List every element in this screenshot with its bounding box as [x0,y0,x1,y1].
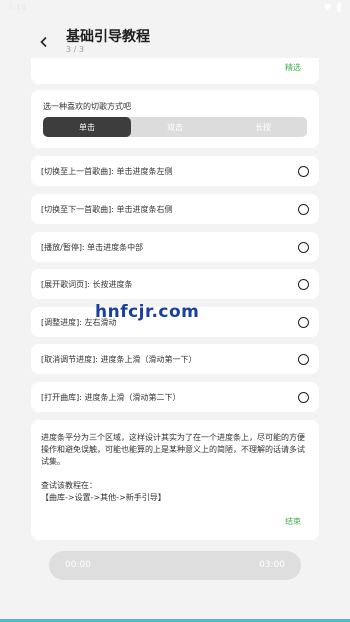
action-label: [取消调节进度]: 进度条上滑（滑动第一下） [41,354,197,364]
previous-card: 精选 [31,58,319,84]
radio-icon[interactable] [298,278,309,290]
switch-mode-card: 选一种喜欢的切歌方式吧 单击 双击 长按 [31,90,319,148]
radio-icon[interactable] [298,203,309,215]
action-item-next-song[interactable]: [切换至下一首歌曲]: 单击进度条右侧 [31,194,319,224]
info-paragraph: 进度条平分为三个区域，这样设计其实为了在一个进度条上，尽可能的方便操作和避免误触… [41,433,305,466]
status-bar: 3:14 [0,0,350,14]
elapsed-time: 00:00 [65,560,91,570]
back-button[interactable] [36,34,52,50]
action-item-cancel-seek[interactable]: [取消调节进度]: 进度条上滑（滑动第一下） [31,344,319,374]
action-item-open-library[interactable]: [打开曲库]: 进度条上滑（滑动第二下） [31,382,319,412]
chevron-left-icon [40,36,47,48]
progress-bar[interactable]: 00:00 03:00 [49,551,301,580]
action-label: [切换至下一首歌曲]: 单击进度条右侧 [41,204,173,214]
action-item-lyrics[interactable]: [展开歌词页]: 长按进度条 [31,269,319,299]
watermark: hnfcjr.com [95,302,200,322]
action-label: [打开曲库]: 进度条上滑（滑动第二下） [41,392,181,402]
info-text: 进度条平分为三个区域，这样设计其实为了在一个进度条上，尽可能的方便操作和避免误触… [41,432,309,504]
info-hint-line: 查试该教程在： [41,481,97,490]
action-label: [播放/暂停]: 单击进度条中部 [41,242,144,252]
action-label: [切换至上一首歌曲]: 单击进度条左侧 [41,166,173,176]
wifi-icon [323,3,332,11]
total-time: 03:00 [259,560,285,570]
action-item-play-pause[interactable]: [播放/暂停]: 单击进度条中部 [31,232,319,262]
finish-button[interactable]: 结束 [285,516,301,527]
status-time: 3:14 [8,2,26,12]
radio-icon[interactable] [298,353,309,365]
mode-option-long-press[interactable]: 长按 [219,117,307,137]
radio-icon[interactable] [298,316,309,328]
info-hint-path: 【曲库->设置->其他->新手引导】 [41,493,166,502]
page-title: 基础引导教程 [66,29,150,45]
action-label: [展开歌词页]: 长按进度条 [41,279,133,289]
switch-mode-segmented-control: 单击 双击 长按 [43,117,307,137]
page-progress: 3 / 3 [66,45,84,54]
battery-icon [337,2,341,11]
mode-option-double-tap[interactable]: 双击 [131,117,219,137]
radio-icon[interactable] [298,241,309,253]
previous-card-link[interactable]: 精选 [285,62,301,73]
action-item-prev-song[interactable]: [切换至上一首歌曲]: 单击进度条左侧 [31,156,319,186]
info-card: 进度条平分为三个区域，这样设计其实为了在一个进度条上，尽可能的方便操作和避免误触… [31,420,319,540]
status-icons [323,2,342,12]
radio-icon[interactable] [298,391,309,403]
radio-icon[interactable] [298,165,309,177]
switch-mode-title: 选一种喜欢的切歌方式吧 [43,102,131,111]
app-header: 基础引导教程 3 / 3 [0,18,350,60]
mode-option-single-tap[interactable]: 单击 [43,117,131,137]
